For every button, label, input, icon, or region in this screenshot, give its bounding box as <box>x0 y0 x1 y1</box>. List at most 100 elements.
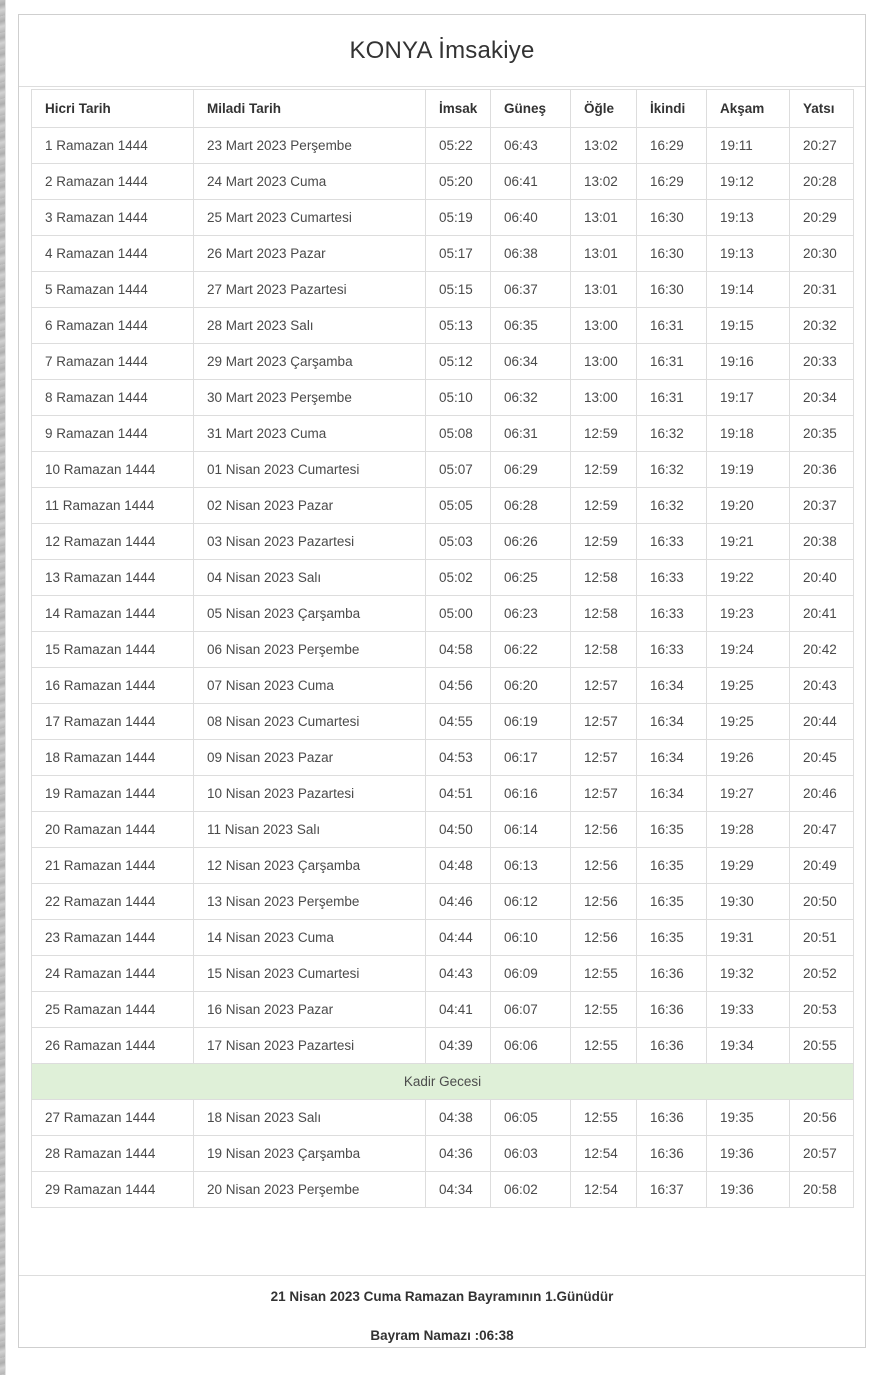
table-row: 8 Ramazan 144430 Mart 2023 Perşembe05:10… <box>32 380 854 416</box>
table-cell: 25 Mart 2023 Cumartesi <box>194 200 426 236</box>
table-row: 17 Ramazan 144408 Nisan 2023 Cumartesi04… <box>32 704 854 740</box>
bayram-note: 21 Nisan 2023 Cuma Ramazan Bayramının 1.… <box>271 1289 614 1304</box>
table-cell: 10 Nisan 2023 Pazartesi <box>194 776 426 812</box>
table-row: 4 Ramazan 144426 Mart 2023 Pazar05:1706:… <box>32 236 854 272</box>
table-cell: 19:30 <box>707 884 790 920</box>
table-cell: 21 Ramazan 1444 <box>32 848 194 884</box>
table-cell: 16:31 <box>637 344 707 380</box>
table-cell: 12 Ramazan 1444 <box>32 524 194 560</box>
table-cell: 20:32 <box>790 308 854 344</box>
table-cell: 19:13 <box>707 236 790 272</box>
table-cell: 12:57 <box>571 740 637 776</box>
table-cell: 20:42 <box>790 632 854 668</box>
table-cell: 16:34 <box>637 704 707 740</box>
table-row: 23 Ramazan 144414 Nisan 2023 Cuma04:4406… <box>32 920 854 956</box>
table-cell: 19:15 <box>707 308 790 344</box>
table-cell: 05 Nisan 2023 Çarşamba <box>194 596 426 632</box>
table-cell: 06:26 <box>491 524 571 560</box>
table-cell: 12:59 <box>571 488 637 524</box>
table-row: 25 Ramazan 144416 Nisan 2023 Pazar04:410… <box>32 992 854 1028</box>
table-cell: 19:25 <box>707 668 790 704</box>
table-cell: 20:44 <box>790 704 854 740</box>
table-cell: 13 Ramazan 1444 <box>32 560 194 596</box>
table-cell: 05:12 <box>426 344 491 380</box>
table-cell: 18 Nisan 2023 Salı <box>194 1100 426 1136</box>
table-cell: 19:29 <box>707 848 790 884</box>
table-cell: 05:03 <box>426 524 491 560</box>
table-cell: 16:31 <box>637 308 707 344</box>
table-cell: 24 Ramazan 1444 <box>32 956 194 992</box>
table-cell: 06:05 <box>491 1100 571 1136</box>
table-cell: 19 Nisan 2023 Çarşamba <box>194 1136 426 1172</box>
table-cell: 14 Ramazan 1444 <box>32 596 194 632</box>
table-cell: 12:54 <box>571 1136 637 1172</box>
table-cell: 6 Ramazan 1444 <box>32 308 194 344</box>
table-cell: 31 Mart 2023 Cuma <box>194 416 426 452</box>
table-cell: 04:43 <box>426 956 491 992</box>
column-header: Akşam <box>707 90 790 128</box>
table-cell: 06:28 <box>491 488 571 524</box>
table-cell: 20:53 <box>790 992 854 1028</box>
table-row: 10 Ramazan 144401 Nisan 2023 Cumartesi05… <box>32 452 854 488</box>
table-cell: 16:32 <box>637 416 707 452</box>
table-row: 12 Ramazan 144403 Nisan 2023 Pazartesi05… <box>32 524 854 560</box>
table-row: 9 Ramazan 144431 Mart 2023 Cuma05:0806:3… <box>32 416 854 452</box>
table-row: 7 Ramazan 144429 Mart 2023 Çarşamba05:12… <box>32 344 854 380</box>
table-cell: 06:25 <box>491 560 571 596</box>
table-cell: 05:17 <box>426 236 491 272</box>
table-cell: 20:51 <box>790 920 854 956</box>
table-cell: 20:28 <box>790 164 854 200</box>
table-cell: 20:56 <box>790 1100 854 1136</box>
table-cell: 28 Mart 2023 Salı <box>194 308 426 344</box>
table-cell: 12:58 <box>571 632 637 668</box>
column-header: Miladi Tarih <box>194 90 426 128</box>
kadir-gecesi-row: Kadir Gecesi <box>32 1064 854 1100</box>
table-cell: 16:29 <box>637 128 707 164</box>
table-cell: 16:30 <box>637 200 707 236</box>
table-cell: 06:38 <box>491 236 571 272</box>
table-cell: 08 Nisan 2023 Cumartesi <box>194 704 426 740</box>
table-cell: 06:32 <box>491 380 571 416</box>
table-cell: 11 Nisan 2023 Salı <box>194 812 426 848</box>
table-cell: 30 Mart 2023 Perşembe <box>194 380 426 416</box>
table-cell: 06:03 <box>491 1136 571 1172</box>
table-cell: 05:07 <box>426 452 491 488</box>
table-cell: 13:01 <box>571 272 637 308</box>
table-cell: 06:07 <box>491 992 571 1028</box>
table-cell: 04:36 <box>426 1136 491 1172</box>
table-cell: 26 Mart 2023 Pazar <box>194 236 426 272</box>
table-cell: 04:34 <box>426 1172 491 1208</box>
table-cell: 06:34 <box>491 344 571 380</box>
table-cell: 2 Ramazan 1444 <box>32 164 194 200</box>
table-cell: 05:02 <box>426 560 491 596</box>
table-cell: 12:55 <box>571 992 637 1028</box>
table-cell: 13:01 <box>571 200 637 236</box>
table-cell: 16:30 <box>637 272 707 308</box>
table-cell: 19:21 <box>707 524 790 560</box>
table-cell: 04:41 <box>426 992 491 1028</box>
table-cell: 20:31 <box>790 272 854 308</box>
table-cell: 16:36 <box>637 1100 707 1136</box>
table-cell: 8 Ramazan 1444 <box>32 380 194 416</box>
table-cell: 16:35 <box>637 884 707 920</box>
table-cell: 16:37 <box>637 1172 707 1208</box>
table-cell: 18 Ramazan 1444 <box>32 740 194 776</box>
column-header: Hicri Tarih <box>32 90 194 128</box>
table-cell: 16:32 <box>637 452 707 488</box>
table-cell: 15 Nisan 2023 Cumartesi <box>194 956 426 992</box>
table-cell: 13:00 <box>571 344 637 380</box>
table-row: 29 Ramazan 144420 Nisan 2023 Perşembe04:… <box>32 1172 854 1208</box>
table-cell: 12:58 <box>571 560 637 596</box>
table-cell: 19:27 <box>707 776 790 812</box>
table-cell: 19:23 <box>707 596 790 632</box>
table-cell: 20:37 <box>790 488 854 524</box>
table-row: 26 Ramazan 144417 Nisan 2023 Pazartesi04… <box>32 1028 854 1064</box>
table-cell: 06:29 <box>491 452 571 488</box>
table-cell: 20:30 <box>790 236 854 272</box>
table-cell: 12:58 <box>571 596 637 632</box>
table-cell: 19:33 <box>707 992 790 1028</box>
page-title: KONYA İmsakiye <box>349 37 534 65</box>
table-cell: 19:22 <box>707 560 790 596</box>
table-cell: 16:30 <box>637 236 707 272</box>
table-cell: 27 Ramazan 1444 <box>32 1100 194 1136</box>
